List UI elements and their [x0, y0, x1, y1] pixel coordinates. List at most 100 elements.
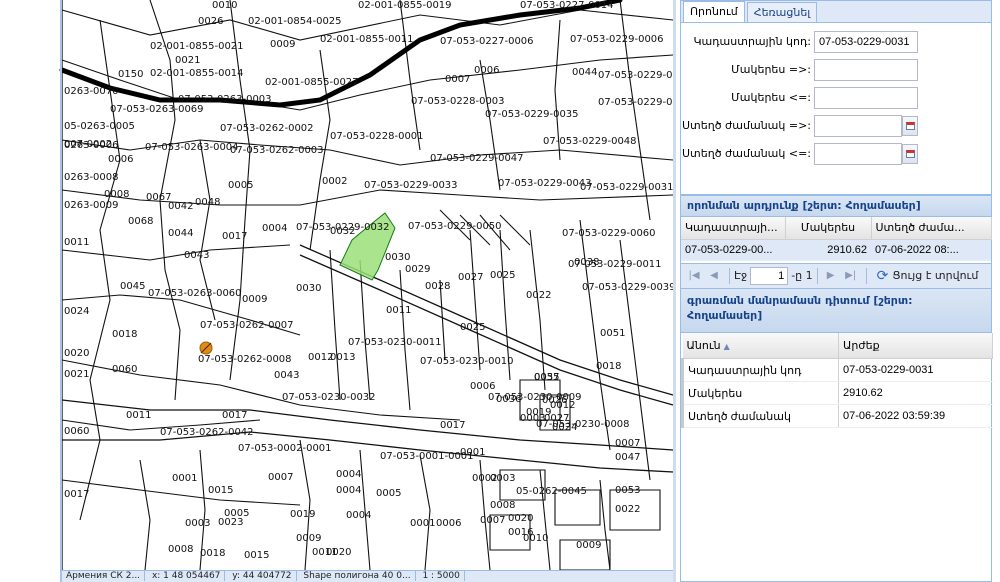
property-name: Կադաստրային կոդ: [681, 358, 839, 382]
cadastral-map[interactable]: 0026 0010 02-001-0854-0025 02-001-0855-0019…: [0, 0, 676, 582]
parcel-labels-layer: 0026 0010 02-001-0854-0025 02-001-0855-0019…: [64, 0, 676, 561]
parcel-label: 07-053-0230-0011: [348, 337, 442, 348]
parcel-label: 0025: [490, 270, 515, 281]
page-of-label: -ը 1: [791, 269, 813, 282]
parcel-label: 0012: [308, 352, 333, 363]
parcel-label: 07-053-0263-0060: [148, 288, 242, 299]
parcel-label: 0047: [615, 452, 640, 463]
cadastral-code-input[interactable]: [814, 31, 918, 53]
parcel-label: 0025: [460, 322, 485, 333]
parcel-label: 0009: [296, 533, 321, 544]
cell-area: 2910.62: [785, 239, 871, 261]
column-header-value[interactable]: Արժեք: [838, 332, 993, 359]
parcel-label: 0007: [480, 515, 505, 526]
parcel-label: 07-053-0229-0009: [598, 97, 676, 108]
parcel-label: 0021: [64, 369, 89, 380]
parcel-label: 07-053-0230-0010: [420, 356, 514, 367]
parcel-label: 0009: [242, 294, 267, 305]
parcel-label: 07-053-0229-0048: [543, 136, 637, 147]
parcel-label: 0028: [425, 281, 450, 292]
parcel-label: 07-053-0229-0033: [364, 180, 458, 191]
parcel-label: 0263-0006: [64, 140, 119, 151]
parcel-label: 0022: [615, 504, 640, 515]
next-page-icon[interactable]: ▶: [822, 267, 840, 285]
tab-remove[interactable]: Հեռացնել: [746, 2, 818, 22]
parcel-label: 0001: [172, 473, 197, 484]
prev-page-icon[interactable]: ◀: [705, 267, 723, 285]
parcel-label: 07-053-0229-0006: [570, 34, 664, 45]
parcel-label: 0005: [376, 488, 401, 499]
results-header-row: Կադաստրայի... Մակերես Ստեղծ ժամա...: [681, 217, 992, 240]
parcel-label: 0001: [410, 518, 435, 529]
status-crs[interactable]: Армения СК 2...: [62, 571, 146, 581]
parcel-label: 0018: [112, 329, 137, 340]
parcel-label: 0037: [534, 372, 559, 383]
area-min-label: Մակերես =>:: [731, 63, 811, 76]
parcel-label: 0008: [104, 189, 129, 200]
row-area-min: Մակերես =>:: [681, 59, 991, 81]
parcel-label: 0018: [200, 548, 225, 559]
property-row[interactable]: Մակերես 2910.62: [681, 381, 993, 405]
parcel-label: 07-053-0228-0003: [411, 96, 505, 107]
parcel-label: 0021: [175, 55, 200, 66]
results-header[interactable]: որոնման արդյունք [շերտ: Հողամասեր]: [681, 195, 991, 217]
parcel-label: 0019: [290, 509, 315, 520]
last-page-icon[interactable]: ▶|: [842, 267, 860, 285]
parcel-label: 07-053-0229-0060: [562, 228, 656, 239]
parcel-label: 02-001-0855-0014: [150, 68, 244, 79]
column-header-cadastral[interactable]: Կադաստրայի...: [681, 217, 786, 240]
property-name: Մակերես: [681, 381, 839, 405]
calendar-icon[interactable]: [902, 144, 918, 164]
created-from-field: [814, 115, 918, 137]
parcel-label: 07-053-0229-0043: [498, 178, 592, 189]
map-splitter[interactable]: [673, 0, 676, 582]
status-scale[interactable]: 1 : 5000: [418, 571, 465, 581]
row-created-to: Ստեղծ ժամանակ <=:: [681, 143, 991, 165]
column-header-area[interactable]: Մակերես: [785, 217, 872, 240]
parcel-label: 0023: [218, 517, 243, 528]
parcel-label: 0006: [436, 518, 461, 529]
parcel-label: 0150: [118, 69, 143, 80]
parcel-label: 07-053-0262-0003: [230, 145, 324, 156]
created-from-label: Ստեղծ ժամանակ =>:: [682, 119, 811, 132]
table-row[interactable]: 07-053-0229-00... 2910.62 07-06-2022 08:…: [681, 239, 991, 261]
parcel-label: 02-001-0854-0025: [248, 16, 342, 27]
parcel-label: 0030: [385, 252, 410, 263]
parcel-label: 0017: [222, 410, 247, 421]
property-value: 07-053-0229-0031: [838, 358, 993, 382]
column-header-created[interactable]: Ստեղծ ժամա...: [871, 217, 992, 240]
created-to-input[interactable]: [814, 143, 902, 165]
location-marker-icon: [199, 341, 213, 355]
parcel-label: 0263-0008: [64, 172, 119, 183]
created-from-input[interactable]: [814, 115, 902, 137]
parcel-label: 0048: [195, 197, 220, 208]
parcel-label: 0010: [212, 0, 237, 11]
refresh-button[interactable]: ⟳ Ցույց է տրվում: [877, 268, 979, 284]
tab-search[interactable]: Որոնում: [683, 1, 745, 22]
parcel-label: 02-001-0855-0011: [320, 34, 414, 45]
parcel-label: 0020: [508, 513, 533, 524]
area-min-input[interactable]: [814, 59, 918, 81]
first-page-icon[interactable]: |◀: [685, 267, 703, 285]
page-label: Էջ: [734, 269, 748, 282]
parcel-label: 0026: [542, 395, 567, 406]
parcel-label: 0015: [208, 485, 233, 496]
parcel-label: 07-053-0262-0007: [200, 320, 294, 331]
map-frame-left: [60, 0, 62, 582]
parcel-label: 07-053-0227-0014: [520, 0, 614, 11]
parcel-label: 0015: [244, 550, 269, 561]
parcel-label: 0002: [322, 176, 347, 187]
page-number-input[interactable]: [750, 266, 789, 285]
property-row[interactable]: Ստեղծ ժամանակ 07-06-2022 03:59:39: [681, 404, 993, 428]
column-header-name[interactable]: Անուն ▲: [682, 332, 839, 359]
parcel-label: 07-053-0002-0001: [238, 443, 332, 454]
map-canvas[interactable]: 0026 0010 02-001-0854-0025 02-001-0855-0019…: [0, 0, 676, 570]
area-max-input[interactable]: [814, 87, 918, 109]
calendar-icon[interactable]: [902, 116, 918, 136]
parcel-label: 07-053-0229-0047: [430, 153, 524, 164]
parcel-label: 05-0263-0005: [64, 121, 135, 132]
details-grid: Անուն ▲ Արժեք Կադաստրային կոդ 07-053-0229…: [681, 332, 993, 428]
pager-separator: [865, 267, 867, 284]
property-row[interactable]: Կադաստրային կոդ 07-053-0229-0031: [681, 358, 993, 382]
details-header[interactable]: գրառման մանրամասն դիտում [շերտ: Հողամասե…: [681, 288, 991, 333]
